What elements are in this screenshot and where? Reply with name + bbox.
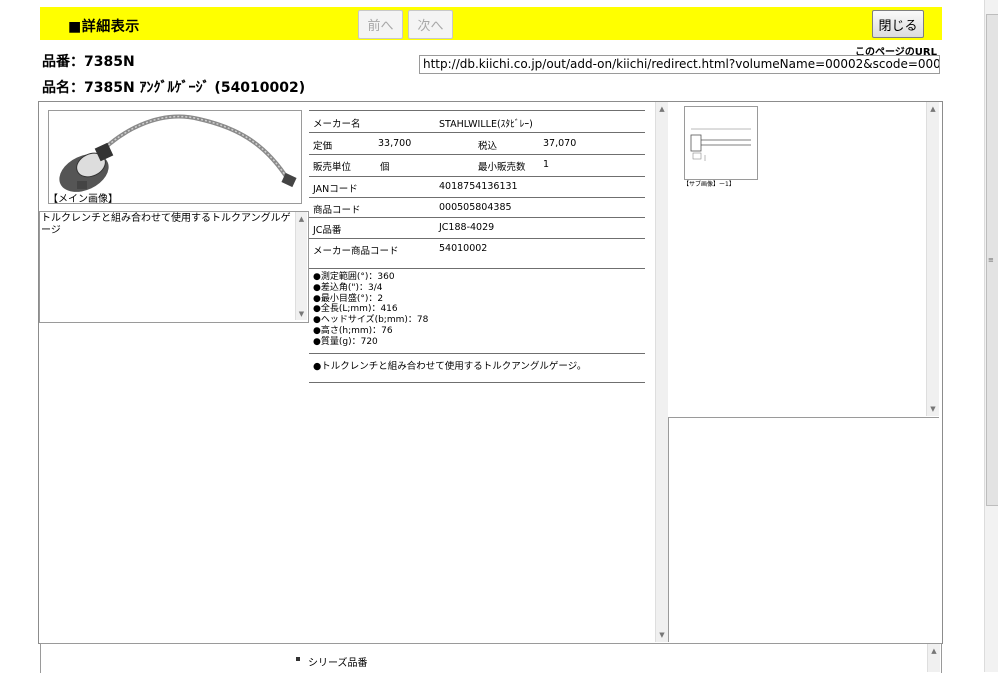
scroll-down-icon[interactable]: ▼ <box>927 405 939 413</box>
header-bar <box>40 7 942 40</box>
table-rule <box>309 197 645 198</box>
scroll-down-icon[interactable]: ▼ <box>296 310 307 318</box>
jc-value: JC188-4029 <box>439 222 495 233</box>
list-price-label: 定価 <box>313 141 333 152</box>
jan-value: 4018754136131 <box>439 181 518 192</box>
unit-label: 販売単位 <box>313 162 352 173</box>
close-button[interactable]: 閉じる <box>872 10 924 38</box>
window-scrollbar[interactable]: ≡ <box>984 0 998 672</box>
part-name: 品名：7385N ｱﾝｸﾞﾙｹﾞｰｼﾞ (54010002) <box>42 80 306 96</box>
feature-item: ●高さ(h;mm)：76 <box>313 325 393 336</box>
series-label: シリーズ品番 <box>308 658 368 669</box>
series-scrollbar[interactable]: ▲ <box>927 644 940 672</box>
part-number: 品番：7385N <box>42 54 135 70</box>
scroll-up-icon[interactable]: ▲ <box>296 215 307 223</box>
panel-divider <box>668 417 669 642</box>
table-rule <box>309 110 645 111</box>
jan-label: JANコード <box>313 184 358 195</box>
table-rule <box>309 353 645 354</box>
tax-incl-value: 37,070 <box>543 138 577 149</box>
min-qty-label: 最小販売数 <box>478 162 526 173</box>
scroll-up-icon[interactable]: ▲ <box>656 105 668 113</box>
feature-item: ●測定範囲(°)：360 <box>313 272 395 282</box>
description-text: トルクレンチと組み合わせて使用するトルクアングルゲージ <box>41 213 291 236</box>
list-price-value: 33,700 <box>378 138 412 149</box>
page-url-field[interactable]: http://db.kiichi.co.jp/out/add-on/kiichi… <box>419 55 940 74</box>
sub-image-scrollbar[interactable]: ▲ ▼ <box>926 102 939 416</box>
sub-image-caption: 【サブ画像】ー1】 <box>683 181 735 188</box>
table-rule <box>309 154 645 155</box>
feature-item: ●差込角(")：3/4 <box>313 282 383 293</box>
table-rule <box>309 217 645 218</box>
main-image-caption: 【メイン画像】 <box>48 194 118 205</box>
sub-image-thumbnail[interactable] <box>684 106 758 180</box>
table-rule <box>309 238 645 239</box>
maker-value: STAHLWILLE(ｽﾀﾋﾞﾚｰ) <box>439 119 533 130</box>
maker-label: メーカー名 <box>313 119 361 130</box>
table-rule <box>309 176 645 177</box>
feature-item: ●全長(L;mm)：416 <box>313 304 398 315</box>
prev-button[interactable]: 前へ <box>358 10 403 39</box>
grip-icon: ≡ <box>988 256 994 264</box>
jc-label: JC品番 <box>313 225 342 236</box>
bullet-icon <box>296 657 300 661</box>
scroll-up-icon[interactable]: ▲ <box>927 105 939 113</box>
spec-scrollbar[interactable]: ▲ ▼ <box>655 102 668 642</box>
product-code-label: 商品コード <box>313 205 361 216</box>
table-rule <box>309 382 645 383</box>
maker-code-label: メーカー商品コード <box>313 246 399 257</box>
page-title: ■詳細表示 <box>68 19 140 35</box>
feature-item: ●最小目盛(°)：2 <box>313 293 384 304</box>
product-code-value: 000505804385 <box>439 202 512 213</box>
maker-code-value: 54010002 <box>439 243 488 254</box>
feature-list: ●測定範囲(°)：360 ●差込角(")：3/4 ●最小目盛(°)：2 ●全長(… <box>313 272 428 348</box>
dimension-drawing-icon <box>690 128 751 161</box>
next-button[interactable]: 次へ <box>408 10 453 39</box>
scroll-down-icon[interactable]: ▼ <box>656 631 668 639</box>
unit-value: 個 <box>380 162 390 173</box>
feature-item: ●質量(g)：720 <box>313 336 378 347</box>
remark-text: ●トルクレンチと組み合わせて使用するトルクアングルゲージ。 <box>313 361 587 372</box>
table-rule <box>309 268 645 269</box>
scroll-up-icon[interactable]: ▲ <box>928 647 940 655</box>
tax-incl-label: 税込 <box>478 141 498 152</box>
description-scrollbar[interactable]: ▲ ▼ <box>295 212 307 320</box>
min-qty-value: 1 <box>543 159 550 170</box>
table-rule <box>309 132 645 133</box>
feature-item: ●ヘッドサイズ(b;mm)：78 <box>313 315 429 326</box>
series-panel <box>40 643 942 673</box>
